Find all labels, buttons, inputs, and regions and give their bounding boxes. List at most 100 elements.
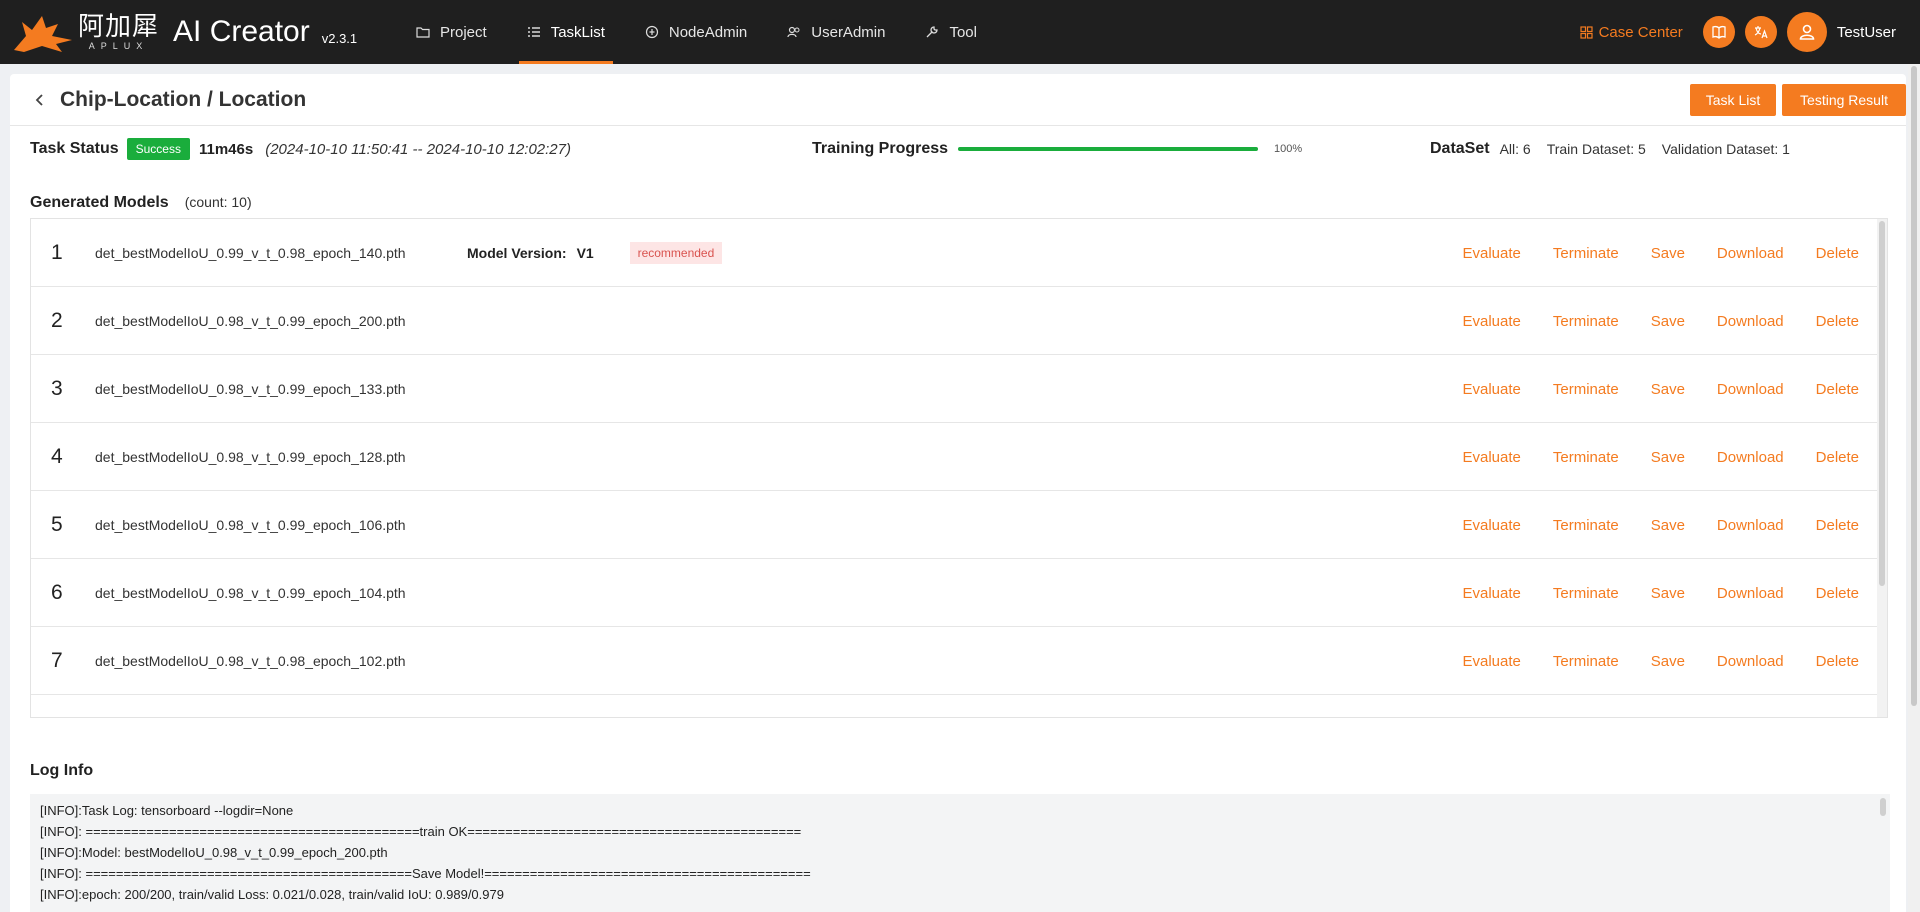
brand-en: APLUX: [88, 41, 149, 51]
delete-button[interactable]: Delete: [1816, 245, 1859, 262]
terminate-button[interactable]: Terminate: [1553, 653, 1619, 670]
model-actions: Evaluate Terminate Save Download Delete: [1462, 355, 1859, 423]
task-status-label: Task Status: [30, 140, 119, 157]
nav-item-tasklist[interactable]: TaskList: [511, 0, 621, 64]
model-filename: det_bestModelIoU_0.98_v_t_0.99_epoch_106…: [95, 516, 406, 533]
model-row: 7 det_bestModelIoU_0.98_v_t_0.98_epoch_10…: [31, 627, 1887, 695]
terminate-button[interactable]: Terminate: [1553, 449, 1619, 466]
model-version-label: Model Version:: [467, 244, 567, 261]
models-scrollbar-thumb[interactable]: [1879, 221, 1885, 586]
nav-item-project[interactable]: Project: [400, 0, 503, 64]
download-button[interactable]: Download: [1717, 517, 1784, 534]
progress-percent: 100%: [1274, 143, 1303, 155]
case-center-link[interactable]: Case Center: [1579, 23, 1683, 41]
log-line: [INFO]: ================================…: [40, 824, 802, 839]
models-scrollbar[interactable]: [1877, 219, 1887, 717]
evaluate-button[interactable]: Evaluate: [1462, 381, 1520, 398]
log-line: [INFO]:Task Log: tensorboard --logdir=No…: [40, 803, 294, 818]
delete-button[interactable]: Delete: [1816, 449, 1859, 466]
nav-item-useradmin[interactable]: UserAdmin: [771, 0, 901, 64]
model-actions: Evaluate Terminate Save Download Delete: [1462, 559, 1859, 627]
delete-button[interactable]: Delete: [1816, 517, 1859, 534]
models-rows: 1 det_bestModelIoU_0.99_v_t_0.98_epoch_14…: [31, 219, 1887, 695]
evaluate-button[interactable]: Evaluate: [1462, 313, 1520, 330]
evaluate-button[interactable]: Evaluate: [1462, 517, 1520, 534]
models-list[interactable]: 1 det_bestModelIoU_0.99_v_t_0.98_epoch_14…: [30, 218, 1888, 718]
evaluate-button[interactable]: Evaluate: [1462, 585, 1520, 602]
save-button[interactable]: Save: [1651, 245, 1685, 262]
delete-button[interactable]: Delete: [1816, 381, 1859, 398]
log-scrollbar-thumb[interactable]: [1880, 798, 1886, 816]
model-version-value: V1: [576, 244, 594, 261]
page-header: Chip-Location / Location Task List Testi…: [10, 74, 1906, 126]
node-icon: [645, 25, 658, 39]
app-version: v2.3.1: [321, 30, 358, 46]
delete-button[interactable]: Delete: [1816, 313, 1859, 330]
terminate-button[interactable]: Terminate: [1553, 381, 1619, 398]
page-scrollbar[interactable]: [1908, 64, 1920, 912]
terminate-button[interactable]: Terminate: [1553, 313, 1619, 330]
model-row: 2 det_bestModelIoU_0.98_v_t_0.99_epoch_20…: [31, 287, 1887, 355]
progress-bar: [958, 147, 1259, 151]
docs-button[interactable]: [1702, 16, 1735, 48]
delete-button[interactable]: Delete: [1816, 653, 1859, 670]
avatar[interactable]: [1786, 12, 1827, 52]
download-button[interactable]: Download: [1717, 313, 1784, 330]
case-center-label: Case Center: [1598, 23, 1683, 41]
model-filename: det_bestModelIoU_0.98_v_t_0.99_epoch_133…: [95, 380, 406, 397]
nav-label-useradmin: UserAdmin: [811, 23, 886, 41]
model-actions: Evaluate Terminate Save Download Delete: [1462, 627, 1859, 695]
language-button[interactable]: [1744, 16, 1777, 48]
save-button[interactable]: Save: [1651, 585, 1685, 602]
translate-icon: [1754, 26, 1768, 39]
user-icon: [1799, 24, 1815, 40]
download-button[interactable]: Download: [1717, 381, 1784, 398]
folder-icon: [416, 27, 430, 38]
dataset-train: Train Dataset: 5: [1546, 141, 1646, 157]
save-button[interactable]: Save: [1651, 517, 1685, 534]
task-list-button[interactable]: Task List: [1690, 84, 1776, 116]
username[interactable]: TestUser: [1837, 24, 1896, 41]
nav-item-tool[interactable]: Tool: [909, 0, 993, 64]
page-title: Chip-Location / Location: [60, 87, 307, 111]
generated-models-header: Generated Models (count: 10): [30, 194, 252, 212]
dataset-all: All: 6: [1499, 141, 1531, 157]
model-filename: det_bestModelIoU_0.98_v_t_0.99_epoch_200…: [95, 312, 406, 329]
download-button[interactable]: Download: [1717, 449, 1784, 466]
nav-label-tasklist: TaskList: [550, 23, 605, 41]
download-button[interactable]: Download: [1717, 653, 1784, 670]
task-status-row: Task Status Success 11m46s (2024-10-10 1…: [30, 136, 1890, 162]
terminate-button[interactable]: Terminate: [1553, 245, 1619, 262]
back-button[interactable]: [32, 92, 48, 108]
evaluate-button[interactable]: Evaluate: [1462, 245, 1520, 262]
app-name: AI Creator: [173, 15, 310, 48]
save-button[interactable]: Save: [1651, 449, 1685, 466]
save-button[interactable]: Save: [1651, 381, 1685, 398]
page-scrollbar-thumb[interactable]: [1911, 66, 1917, 706]
save-button[interactable]: Save: [1651, 653, 1685, 670]
model-row: 4 det_bestModelIoU_0.98_v_t_0.99_epoch_12…: [31, 423, 1887, 491]
wrench-icon: [926, 26, 939, 38]
task-time-range: (2024-10-10 11:50:41 -- 2024-10-10 12:02…: [265, 140, 571, 158]
model-index: 2: [51, 308, 63, 332]
download-button[interactable]: Download: [1717, 585, 1784, 602]
brand[interactable]: 阿加犀 APLUX AI Creator v2.3.1: [0, 0, 400, 64]
save-button[interactable]: Save: [1651, 313, 1685, 330]
task-detail-card: Chip-Location / Location Task List Testi…: [10, 74, 1906, 912]
evaluate-button[interactable]: Evaluate: [1462, 653, 1520, 670]
book-icon: [1712, 25, 1726, 39]
model-actions: Evaluate Terminate Save Download Delete: [1462, 287, 1859, 355]
delete-button[interactable]: Delete: [1816, 585, 1859, 602]
download-button[interactable]: Download: [1717, 245, 1784, 262]
dataset-label: DataSet: [1430, 140, 1490, 157]
testing-result-button[interactable]: Testing Result: [1782, 84, 1906, 116]
top-right-area: Case Center TestUser: [1579, 0, 1896, 64]
terminate-button[interactable]: Terminate: [1553, 517, 1619, 534]
nav-item-nodeadmin[interactable]: NodeAdmin: [629, 0, 763, 64]
log-box[interactable]: [INFO]:Task Log: tensorboard --logdir=No…: [30, 794, 1890, 912]
model-filename: det_bestModelIoU_0.98_v_t_0.99_epoch_128…: [95, 448, 406, 465]
terminate-button[interactable]: Terminate: [1553, 585, 1619, 602]
log-line: [INFO]: ================================…: [40, 866, 811, 881]
log-line: [INFO]:Model: bestModelIoU_0.98_v_t_0.99…: [40, 845, 388, 860]
evaluate-button[interactable]: Evaluate: [1462, 449, 1520, 466]
